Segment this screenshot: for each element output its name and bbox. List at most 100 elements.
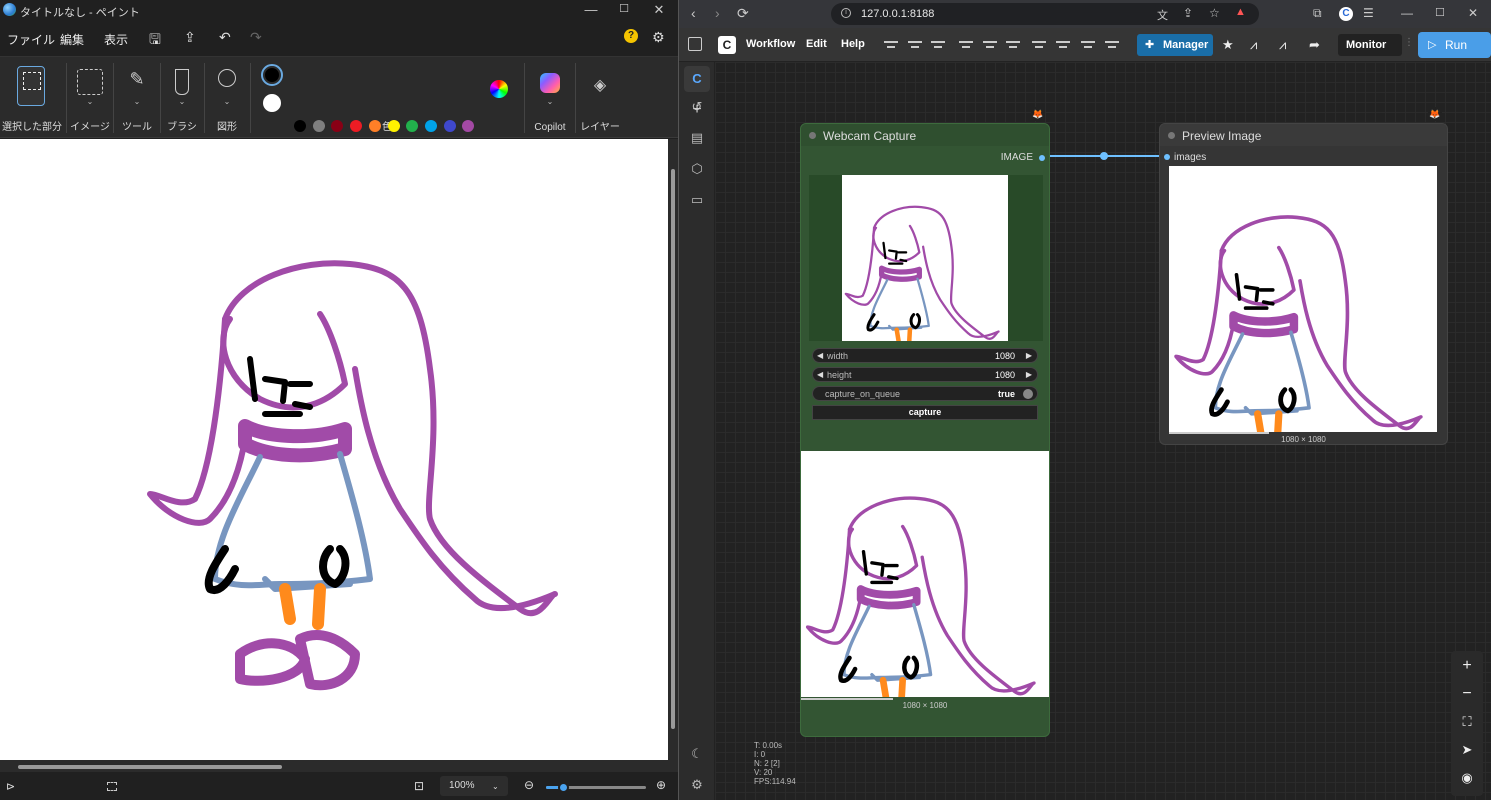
copilot-group[interactable]: ⌄ Copilot	[526, 57, 574, 139]
zoom-select[interactable]: 100% ⌄	[440, 776, 508, 796]
comfy-tab-icon[interactable]: C	[688, 70, 706, 88]
minimize-icon[interactable]: —	[1401, 6, 1413, 20]
menu-icon[interactable]: ☰	[1363, 6, 1374, 20]
align-right-icon[interactable]	[931, 39, 945, 51]
close-icon[interactable]: ✕	[644, 2, 674, 18]
increment-arrow-icon[interactable]: ▶	[1026, 351, 1032, 360]
share-arrow-icon[interactable]: ➦	[1309, 37, 1320, 53]
scrollbar-thumb[interactable]	[18, 765, 282, 769]
settings-gear-icon[interactable]: ⚙	[688, 776, 706, 794]
color-swatch[interactable]	[424, 120, 437, 132]
select-mode-icon[interactable]: ➤	[1454, 737, 1480, 763]
color-swatch[interactable]	[294, 120, 306, 132]
color-swatch[interactable]	[368, 120, 381, 132]
select-tool-button[interactable]	[17, 66, 45, 106]
back-icon[interactable]: ‹	[691, 5, 696, 21]
fit-view-icon[interactable]: ⛶	[1454, 709, 1480, 735]
primary-color[interactable]	[261, 64, 283, 86]
brave-rewards-icon[interactable]: ▲	[1235, 6, 1246, 18]
model-library-icon[interactable]: ⬡	[688, 160, 706, 178]
toggle-links-eye-icon[interactable]: ◉	[1454, 765, 1480, 791]
preview-image-node[interactable]: Preview Image images 1080 × 1080	[1159, 123, 1448, 445]
workflows-folder-icon[interactable]: ▭	[688, 191, 706, 209]
vertical-scrollbar[interactable]	[668, 139, 678, 760]
zoom-in-icon[interactable]: +	[1454, 653, 1480, 679]
node-library-icon[interactable]: ▤	[688, 129, 706, 147]
menu-edit[interactable]: Edit	[806, 38, 827, 50]
menu-view[interactable]: 表示	[104, 31, 128, 48]
brush-group[interactable]: ⌄ ブラシ	[161, 57, 203, 139]
theme-moon-icon[interactable]: ☾	[688, 745, 706, 763]
image-group[interactable]: ⌄ イメージ	[68, 57, 112, 139]
translate-icon[interactable]: 文	[1157, 7, 1168, 23]
help-icon[interactable]: ?	[624, 29, 638, 43]
align-center-icon[interactable]	[908, 39, 922, 51]
drawing-canvas[interactable]	[0, 139, 668, 760]
forward-icon[interactable]: ›	[715, 5, 720, 21]
color-wheel-icon[interactable]	[490, 80, 508, 98]
close-icon[interactable]: ✕	[1468, 6, 1478, 20]
zoom-slider-thumb[interactable]	[558, 782, 569, 793]
model-icon[interactable]: ⩘	[1279, 37, 1286, 53]
distribute-horizontal-icon[interactable]	[1032, 39, 1046, 51]
model-icon[interactable]: ⩘	[1250, 37, 1257, 53]
decrement-arrow-icon[interactable]: ◀	[817, 351, 823, 360]
save-icon[interactable]: 🖫	[149, 29, 161, 53]
menu-file[interactable]: ファイル	[7, 31, 55, 48]
reload-icon[interactable]: ⟳	[737, 5, 749, 22]
zoom-out-icon[interactable]: ⊖	[524, 778, 534, 792]
menu-workflow[interactable]: Workflow	[746, 38, 795, 50]
collapse-dot-icon[interactable]	[809, 132, 816, 139]
menu-help[interactable]: Help	[841, 38, 865, 50]
minimize-icon[interactable]: —	[576, 2, 606, 17]
input-slot[interactable]	[1164, 154, 1170, 160]
monitor-button[interactable]: Monitor	[1338, 34, 1402, 56]
align-left-icon[interactable]	[884, 39, 898, 51]
share-icon[interactable]: ⇪	[184, 29, 196, 46]
layers-group[interactable]: ◈ レイヤー	[576, 57, 624, 139]
distribute-icon[interactable]	[1081, 39, 1095, 51]
zoom-slider[interactable]	[546, 782, 646, 793]
output-slot[interactable]	[1039, 155, 1045, 161]
height-widget[interactable]: ◀ height 1080 ▶	[812, 367, 1038, 382]
capture-button[interactable]: capture	[812, 405, 1038, 420]
distribute-vertical-icon[interactable]	[1056, 39, 1070, 51]
align-middle-icon[interactable]	[983, 39, 997, 51]
site-info-icon[interactable]: i	[841, 8, 851, 18]
align-bottom-icon[interactable]	[1006, 39, 1020, 51]
maximize-icon[interactable]: ☐	[1435, 6, 1445, 19]
align-top-icon[interactable]	[959, 39, 973, 51]
share-icon[interactable]: ⇪	[1183, 6, 1193, 20]
manager-button[interactable]: ✚ Manager	[1137, 34, 1213, 56]
shapes-group[interactable]: ⌄ 図形	[206, 57, 248, 139]
secondary-color[interactable]	[263, 94, 281, 112]
color-swatch[interactable]	[387, 120, 400, 132]
webcam-capture-node[interactable]: Webcam Capture IMAGE ◀ width 1080 ▶ ◀ he…	[800, 123, 1050, 737]
color-swatch[interactable]	[312, 120, 325, 132]
decrement-arrow-icon[interactable]: ◀	[817, 370, 823, 379]
horizontal-scrollbar[interactable]	[0, 760, 678, 772]
node-header[interactable]: Webcam Capture	[801, 124, 1049, 146]
undo-icon[interactable]: ↶	[219, 29, 231, 46]
zoom-in-icon[interactable]: ⊕	[656, 778, 666, 792]
run-button[interactable]: ▷ Run	[1418, 32, 1491, 58]
star-icon[interactable]: ★	[1222, 37, 1234, 53]
capture-on-queue-toggle[interactable]: capture_on_queue true	[812, 386, 1038, 401]
bookmark-icon[interactable]: ☆	[1209, 6, 1220, 20]
tools-group[interactable]: ✎ ⌄ ツール	[115, 57, 159, 139]
address-bar[interactable]: i 127.0.0.1:8188 文 ⇪ ☆ ▲	[831, 3, 1259, 25]
new-tab-plus-icon[interactable]: +	[688, 101, 706, 119]
menu-edit[interactable]: 編集	[60, 31, 84, 48]
profile-icon[interactable]: C	[1339, 7, 1353, 21]
sidebar-toggle-icon[interactable]	[688, 37, 702, 51]
collapse-dot-icon[interactable]	[1168, 132, 1175, 139]
width-widget[interactable]: ◀ width 1080 ▶	[812, 348, 1038, 363]
node-header[interactable]: Preview Image	[1160, 124, 1447, 146]
arrange-icon[interactable]	[1105, 39, 1119, 51]
scrollbar-thumb[interactable]	[671, 169, 675, 729]
zoom-out-icon[interactable]: −	[1454, 681, 1480, 707]
color-swatch[interactable]	[350, 120, 363, 132]
toggle-knob[interactable]	[1023, 389, 1033, 399]
fit-screen-icon[interactable]: ⊡	[414, 779, 424, 793]
increment-arrow-icon[interactable]: ▶	[1026, 370, 1032, 379]
